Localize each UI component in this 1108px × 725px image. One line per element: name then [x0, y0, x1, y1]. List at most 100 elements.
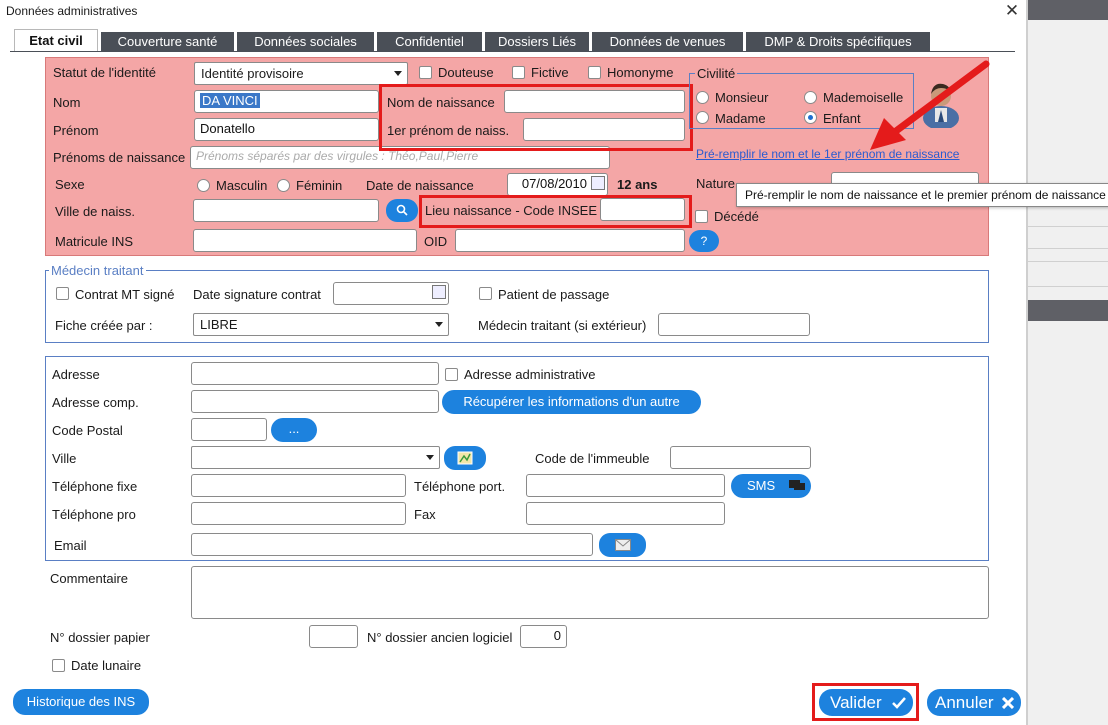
nom-naissance-input[interactable] [504, 90, 685, 113]
dossier-ancien-input[interactable]: 0 [520, 625, 567, 648]
fiche-select[interactable]: LIBRE [193, 313, 449, 336]
help-button[interactable]: ? [689, 230, 719, 252]
feminin-radio[interactable] [277, 179, 290, 192]
dossier-papier-label: N° dossier papier [50, 630, 150, 645]
patient-passage-checkbox[interactable] [479, 287, 492, 300]
lieu-insee-label: Lieu naissance - Code INSEE [425, 203, 597, 218]
premier-prenom-label: 1er prénom de naiss. [387, 123, 510, 138]
adresse-input[interactable] [191, 362, 439, 385]
lieu-insee-input[interactable] [600, 198, 685, 221]
feminin-label: Féminin [296, 178, 343, 193]
tab-donnees-sociales[interactable]: Données sociales [237, 32, 374, 51]
tel-pro-label: Téléphone pro [52, 507, 136, 522]
tab-underline [10, 51, 1015, 52]
medecin-ext-input[interactable] [658, 313, 810, 336]
map-button[interactable] [444, 446, 486, 470]
sms-button[interactable]: SMS [731, 474, 811, 498]
contrat-mt-checkbox[interactable] [56, 287, 69, 300]
monsieur-label: Monsieur [715, 90, 769, 105]
tel-port-input[interactable] [526, 474, 725, 497]
mademoiselle-radio[interactable] [804, 91, 817, 104]
tab-etat-civil[interactable]: Etat civil [14, 29, 98, 52]
historique-ins-button[interactable]: Historique des INS [13, 689, 149, 715]
douteuse-label: Douteuse [438, 65, 494, 80]
decede-label: Décédé [714, 209, 759, 224]
tab-dmp-droits[interactable]: DMP & Droits spécifiques [746, 32, 930, 51]
fiche-label: Fiche créée par : [55, 318, 153, 333]
ville-select[interactable] [191, 446, 440, 469]
code-immeuble-input[interactable] [670, 446, 811, 469]
email-button[interactable] [599, 533, 646, 557]
adresse-admin-checkbox[interactable] [445, 368, 458, 381]
prenoms-naissance-label: Prénoms de naissance [53, 150, 186, 165]
email-input[interactable] [191, 533, 593, 556]
close-icon [1002, 697, 1014, 709]
medecin-ext-label: Médecin traitant (si extérieur) [478, 318, 647, 333]
tab-couverture-sante[interactable]: Couverture santé [101, 32, 234, 51]
adresse-admin-label: Adresse administrative [464, 367, 596, 382]
recuperer-button[interactable]: Récupérer les informations d'un autre [442, 390, 701, 414]
fictive-checkbox[interactable] [512, 66, 525, 79]
annuler-button[interactable]: Annuler [927, 689, 1021, 716]
tel-fixe-input[interactable] [191, 474, 406, 497]
tab-dossiers-lies[interactable]: Dossiers Liés [485, 32, 589, 51]
patient-passage-label: Patient de passage [498, 287, 610, 302]
tel-pro-input[interactable] [191, 502, 406, 525]
fax-label: Fax [414, 507, 436, 522]
annuler-label: Annuler [935, 693, 994, 712]
calendar-icon[interactable] [432, 285, 446, 299]
matricule-input[interactable] [193, 229, 417, 252]
madame-radio[interactable] [696, 111, 709, 124]
date-lunaire-checkbox[interactable] [52, 659, 65, 672]
code-postal-button[interactable]: ... [271, 418, 317, 442]
premier-prenom-input[interactable] [523, 118, 685, 141]
title-bar [0, 0, 1028, 22]
date-naissance-label: Date de naissance [366, 178, 474, 193]
oid-input[interactable] [455, 229, 685, 252]
prenom-label: Prénom [53, 123, 99, 138]
masculin-radio[interactable] [197, 179, 210, 192]
commentaire-textarea[interactable] [191, 566, 989, 619]
window-title: Données administratives [6, 4, 138, 18]
valider-button[interactable]: Valider [819, 689, 913, 716]
homonyme-checkbox[interactable] [588, 66, 601, 79]
dossier-papier-input[interactable] [309, 625, 358, 648]
nom-input[interactable]: DA VINCI [194, 90, 379, 113]
prefill-birthname-link[interactable]: Pré-remplir le nom et le 1er prénom de n… [696, 147, 959, 161]
chevron-down-icon [435, 322, 443, 327]
background-band [1028, 0, 1108, 20]
background-divider [1028, 226, 1108, 227]
background-divider [1028, 248, 1108, 249]
statut-select[interactable]: Identité provisoire [194, 62, 408, 85]
adresse-comp-input[interactable] [191, 390, 439, 413]
chevron-down-icon [394, 71, 402, 76]
decede-checkbox[interactable] [695, 210, 708, 223]
nom-naissance-label: Nom de naissance [387, 95, 495, 110]
checkmark-icon [892, 697, 906, 709]
enfant-label: Enfant [823, 111, 861, 126]
address-group [45, 356, 989, 561]
commentaire-label: Commentaire [50, 571, 129, 586]
douteuse-checkbox[interactable] [419, 66, 432, 79]
fax-input[interactable] [526, 502, 725, 525]
date-signature-label: Date signature contrat [193, 287, 321, 302]
search-ville-button[interactable] [386, 199, 418, 222]
ville-naiss-input[interactable] [193, 199, 379, 222]
statut-value: Identité provisoire [201, 66, 304, 81]
tab-confidentiel[interactable]: Confidentiel [377, 32, 482, 51]
enfant-radio[interactable] [804, 111, 817, 124]
background-divider [1028, 286, 1108, 287]
prenom-input[interactable]: Donatello [194, 118, 379, 141]
calendar-icon[interactable] [591, 176, 605, 190]
map-icon [457, 451, 473, 465]
close-icon[interactable]: ✕ [1000, 0, 1024, 22]
window-edge [1026, 0, 1028, 725]
date-lunaire-label: Date lunaire [71, 658, 142, 673]
monsieur-radio[interactable] [696, 91, 709, 104]
nature-label: Nature [696, 176, 736, 191]
statut-label: Statut de l'identité [53, 65, 156, 80]
code-postal-input[interactable] [191, 418, 267, 441]
contrat-mt-label: Contrat MT signé [75, 287, 175, 302]
tab-donnees-de-venues[interactable]: Données de venues [592, 32, 743, 51]
chevron-down-icon [426, 455, 434, 460]
